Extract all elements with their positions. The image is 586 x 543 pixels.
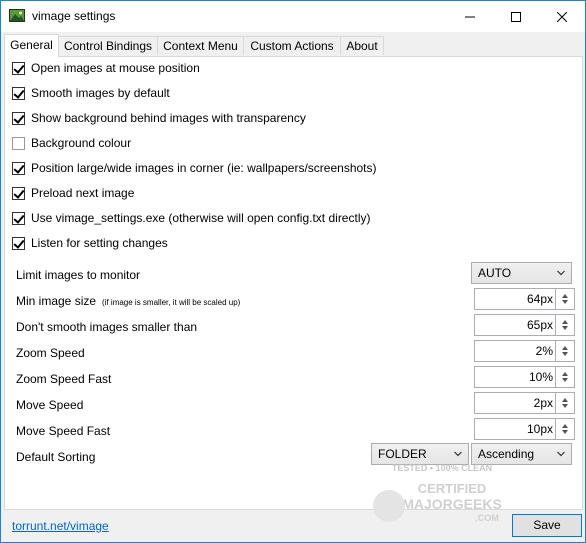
- stepper-up-icon[interactable]: [562, 294, 568, 298]
- svg-text:TESTED • 100% CLEAN: TESTED • 100% CLEAN: [392, 463, 492, 473]
- majorgeeks-watermark: TESTED • 100% CLEAN CERTIFIED MAJORGEEKS…: [373, 463, 502, 523]
- checkbox-listen-changes[interactable]: Listen for setting changes: [12, 234, 168, 252]
- maximize-button[interactable]: [493, 1, 539, 32]
- stepper-up-icon[interactable]: [562, 320, 568, 324]
- close-button[interactable]: [539, 1, 585, 32]
- stepper-down-icon[interactable]: [562, 326, 568, 330]
- stepper-up-icon[interactable]: [562, 346, 568, 350]
- chevron-down-icon: [557, 270, 565, 276]
- zoom-speed-stepper[interactable]: [555, 340, 575, 362]
- move-speed-fast-label: Move Speed Fast: [16, 424, 111, 438]
- stepper-down-icon[interactable]: [562, 378, 568, 382]
- min-size-stepper[interactable]: [555, 288, 575, 310]
- save-button[interactable]: Save: [512, 514, 582, 537]
- min-size-hint: (if image is smaller, it will be scaled …: [102, 298, 241, 307]
- checkbox-box[interactable]: [12, 136, 25, 150]
- checkbox-label: Background colour: [31, 136, 132, 150]
- stepper-down-icon[interactable]: [562, 352, 568, 356]
- sort-order-value: Ascending: [478, 447, 535, 461]
- stepper-up-icon[interactable]: [562, 424, 568, 428]
- chevron-down-icon: [454, 451, 462, 457]
- checkbox-smooth-images[interactable]: Smooth images by default: [12, 84, 170, 102]
- window-title: vimage settings: [32, 9, 116, 23]
- general-panel: Open images at mouse position Smooth ima…: [4, 56, 583, 510]
- stepper-down-icon[interactable]: [562, 300, 568, 304]
- move-speed-fast-input[interactable]: 10px: [474, 418, 555, 440]
- checkbox-label: Show background behind images with trans…: [31, 111, 306, 125]
- project-link[interactable]: torrunt.net/vimage: [12, 519, 109, 533]
- stepper-up-icon[interactable]: [562, 398, 568, 402]
- tab-control-bindings[interactable]: Control Bindings: [58, 36, 158, 55]
- checkbox-background-colour[interactable]: Background colour: [12, 134, 131, 152]
- checkbox-label: Use vimage_settings.exe (otherwise will …: [31, 211, 371, 225]
- image-app-icon: [9, 9, 25, 22]
- minimize-icon: [465, 16, 475, 17]
- move-speed-stepper[interactable]: [555, 392, 575, 414]
- limit-monitor-value: AUTO: [478, 266, 512, 280]
- stepper-up-icon[interactable]: [562, 372, 568, 376]
- zoom-speed-input[interactable]: 2%: [474, 340, 555, 362]
- checkbox-box[interactable]: [12, 186, 25, 200]
- chevron-down-icon: [557, 451, 565, 457]
- tab-about[interactable]: About: [340, 36, 384, 55]
- stepper-down-icon[interactable]: [562, 430, 568, 434]
- tab-context-menu[interactable]: Context Menu: [157, 36, 244, 55]
- no-smooth-label: Don't smooth images smaller than: [16, 320, 198, 334]
- move-speed-label: Move Speed: [16, 398, 84, 412]
- default-sorting-label: Default Sorting: [16, 450, 96, 464]
- tab-general[interactable]: General: [4, 34, 59, 57]
- checkbox-box[interactable]: [12, 236, 25, 250]
- checkbox-box[interactable]: [12, 161, 25, 175]
- tab-custom-actions[interactable]: Custom Actions: [243, 36, 341, 55]
- stepper-down-icon[interactable]: [562, 404, 568, 408]
- zoom-speed-fast-input[interactable]: 10%: [474, 366, 555, 388]
- checkbox-label: Smooth images by default: [31, 86, 170, 100]
- zoom-speed-fast-label: Zoom Speed Fast: [16, 372, 112, 386]
- checkbox-label: Listen for setting changes: [31, 236, 168, 250]
- min-size-input[interactable]: 64px: [474, 288, 555, 310]
- title-bar[interactable]: vimage settings: [1, 1, 585, 32]
- zoom-speed-fast-stepper[interactable]: [555, 366, 575, 388]
- svg-text:CERTIFIED: CERTIFIED: [418, 481, 487, 496]
- svg-text:MAJORGEEKS: MAJORGEEKS: [402, 496, 502, 512]
- no-smooth-stepper[interactable]: [555, 314, 575, 336]
- checkbox-show-background[interactable]: Show background behind images with trans…: [12, 109, 306, 127]
- zoom-speed-label: Zoom Speed: [16, 346, 85, 360]
- tab-strip: General Control Bindings Context Menu Cu…: [4, 34, 584, 57]
- checkbox-label: Preload next image: [31, 186, 135, 200]
- checkbox-box[interactable]: [12, 111, 25, 125]
- no-smooth-input[interactable]: 65px: [474, 314, 555, 336]
- minimize-button[interactable]: [447, 1, 493, 32]
- checkbox-label: Open images at mouse position: [31, 61, 200, 75]
- checkbox-label: Position large/wide images in corner (ie…: [31, 161, 377, 175]
- min-size-label: Min image size (if image is smaller, it w…: [16, 294, 241, 308]
- checkbox-box[interactable]: [12, 86, 25, 100]
- settings-window: vimage settings General Control Bindings…: [0, 0, 586, 543]
- sort-by-value: FOLDER: [378, 447, 427, 461]
- limit-monitor-label: Limit images to monitor: [16, 268, 141, 282]
- maximize-icon: [511, 11, 521, 22]
- checkbox-box[interactable]: [12, 211, 25, 225]
- move-speed-fast-stepper[interactable]: [555, 418, 575, 440]
- checkbox-use-settings-exe[interactable]: Use vimage_settings.exe (otherwise will …: [12, 209, 370, 227]
- checkbox-position-corner[interactable]: Position large/wide images in corner (ie…: [12, 159, 377, 177]
- checkbox-box[interactable]: [12, 61, 25, 75]
- close-icon: [557, 11, 567, 22]
- svg-text:.COM: .COM: [475, 513, 499, 523]
- checkbox-open-at-mouse[interactable]: Open images at mouse position: [12, 59, 200, 77]
- move-speed-input[interactable]: 2px: [474, 392, 555, 414]
- checkbox-preload-next[interactable]: Preload next image: [12, 184, 134, 202]
- limit-monitor-select[interactable]: AUTO: [471, 262, 572, 284]
